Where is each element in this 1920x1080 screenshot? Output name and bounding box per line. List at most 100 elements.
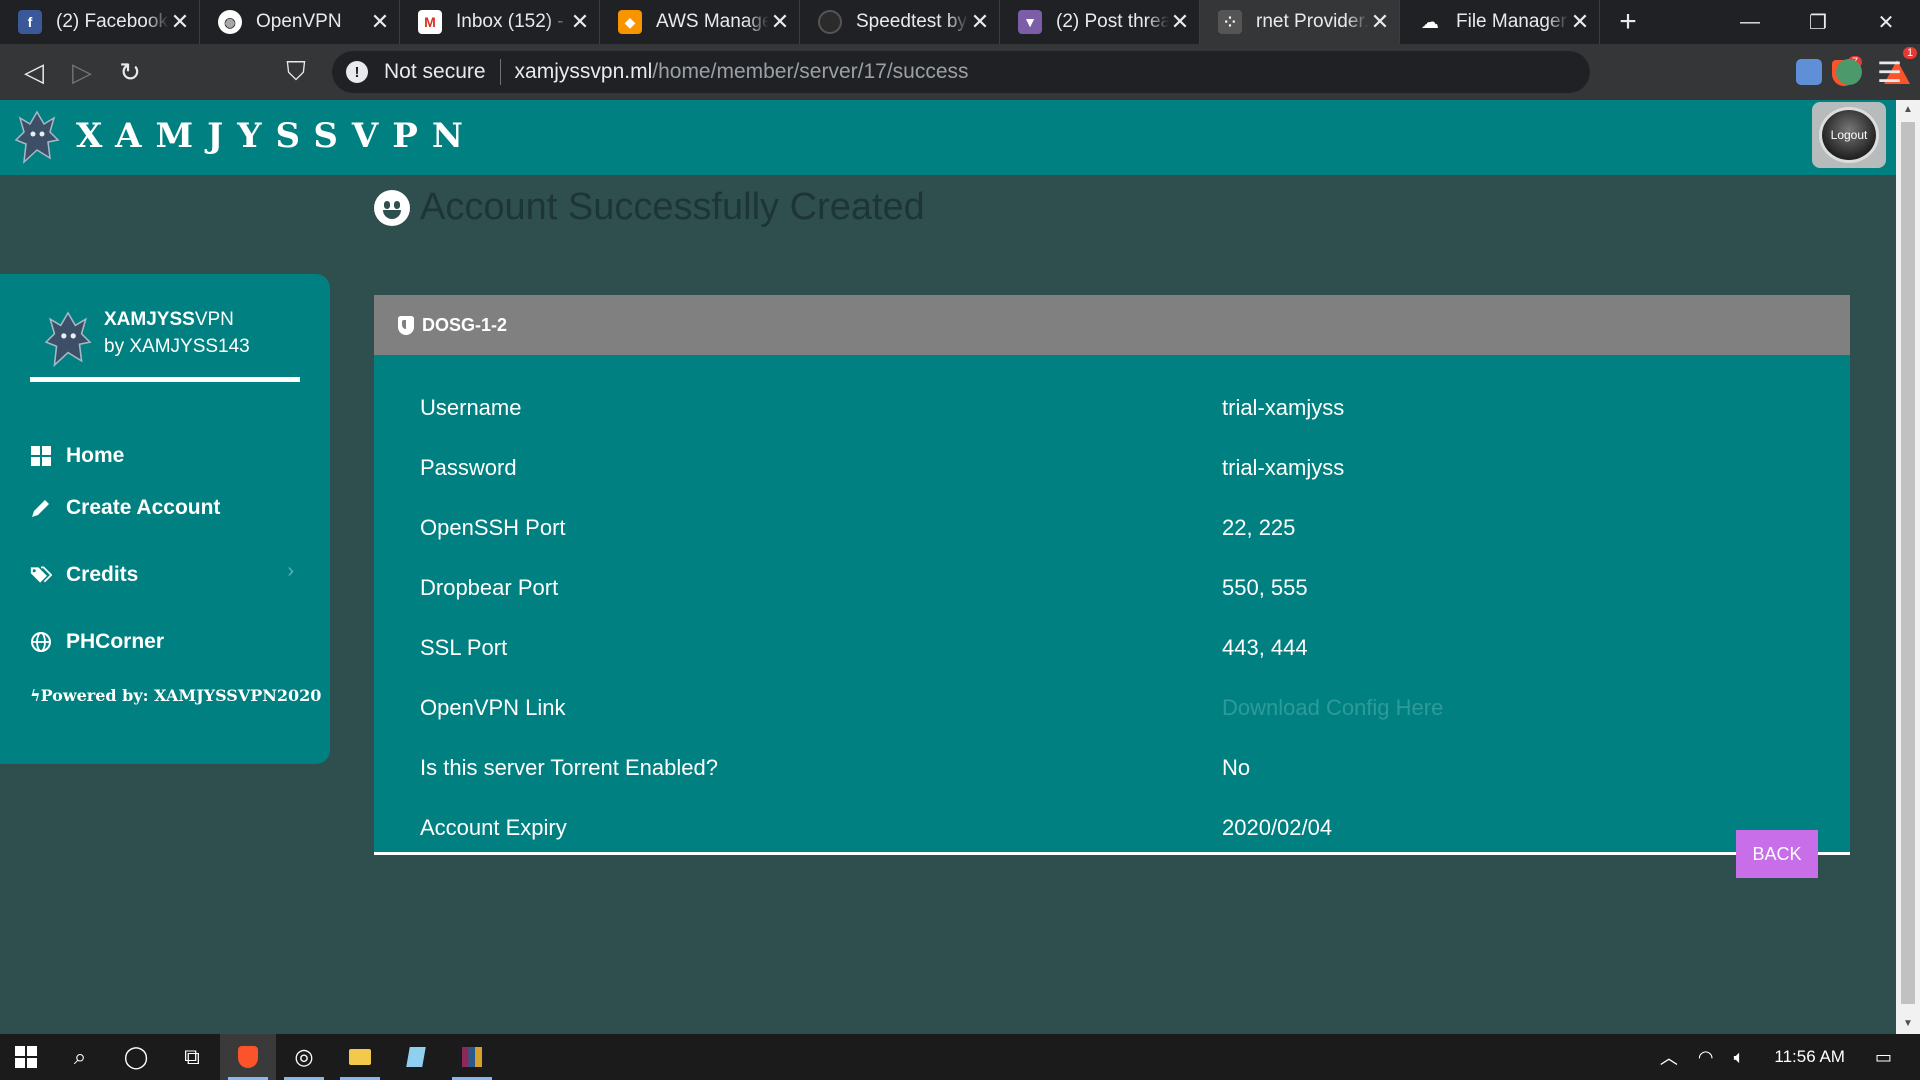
task-view-icon[interactable]: ⧉ — [164, 1034, 220, 1080]
cortana-icon[interactable]: ◯ — [108, 1034, 164, 1080]
close-window-icon[interactable]: ✕ — [1852, 0, 1920, 44]
tab-gmail[interactable]: M Inbox (152) - n ✕ — [400, 0, 600, 44]
sidebar-item-label: Credits — [66, 563, 139, 586]
windows-start-icon[interactable] — [0, 1034, 52, 1080]
grid-icon — [30, 445, 52, 467]
search-icon[interactable]: ⌕ — [52, 1034, 108, 1080]
back-icon[interactable]: ◁ — [10, 50, 58, 94]
bolt-icon: ϟ — [30, 686, 41, 705]
brave-taskbar-icon[interactable] — [220, 1034, 276, 1080]
detail-value: 22, 225 — [1222, 515, 1296, 540]
aws-icon: ◆ — [618, 10, 642, 34]
tab-close-icon[interactable]: ✕ — [1369, 9, 1391, 35]
tab-openvpn[interactable]: ◍ OpenVPN ✕ — [200, 0, 400, 44]
detail-row-ssl-port: SSL Port 443, 444 — [420, 635, 1820, 695]
scroll-up-icon[interactable]: ▲ — [1896, 100, 1920, 120]
notepad-icon[interactable] — [388, 1034, 444, 1080]
card-header: DOSG-1-2 — [374, 295, 1850, 355]
scroll-thumb[interactable] — [1901, 122, 1915, 1004]
back-button[interactable]: BACK — [1736, 830, 1818, 878]
detail-value: 443, 444 — [1222, 635, 1308, 660]
info-icon[interactable]: ! — [346, 61, 368, 83]
tab-title: (2) Post thread — [1056, 11, 1169, 32]
sidebar-item-create-account[interactable]: Create Account — [30, 496, 220, 520]
detail-key: OpenVPN Link — [420, 695, 566, 720]
menu-icon[interactable]: ☰ — [1877, 56, 1902, 89]
sidebar-item-label: Home — [66, 444, 125, 467]
url-bar[interactable]: ! Not secure xamjyssvpn.ml/home/member/s… — [332, 47, 1918, 93]
file-explorer-icon[interactable] — [332, 1034, 388, 1080]
detail-key: SSL Port — [420, 635, 508, 660]
divider — [499, 59, 501, 85]
speedtest-icon — [818, 10, 842, 34]
new-tab-button[interactable]: + — [1600, 0, 1656, 44]
sidebar-divider — [30, 377, 300, 382]
settings-app-icon[interactable]: ◎ — [276, 1034, 332, 1080]
powered-by: ϟPowered by: XAMJYSSVPN2020 — [30, 686, 321, 705]
tab-aws[interactable]: ◆ AWS Managem ✕ — [600, 0, 800, 44]
tab-title: (2) Facebook — [56, 11, 168, 32]
url-path: /home/member/server/17/success — [652, 60, 969, 83]
sidebar-item-label: PHCorner — [66, 630, 165, 653]
tab-close-icon[interactable]: ✕ — [369, 9, 391, 35]
reload-icon[interactable]: ↻ — [106, 50, 154, 94]
tab-phcorner[interactable]: ▼ (2) Post thread ✕ — [1000, 0, 1200, 44]
tab-close-icon[interactable]: ✕ — [569, 9, 591, 35]
tab-facebook[interactable]: f (2) Facebook ✕ — [0, 0, 200, 44]
restore-icon[interactable]: ❐ — [1784, 0, 1852, 44]
tab-close-icon[interactable]: ✕ — [169, 9, 191, 35]
detail-key: Dropbear Port — [420, 575, 559, 600]
clock[interactable]: 11:56 AM — [1754, 1047, 1865, 1067]
detail-key: Account Expiry — [420, 815, 567, 840]
tags-icon — [30, 564, 52, 586]
wifi-icon[interactable]: ◠ — [1688, 1047, 1724, 1068]
chevron-up-icon[interactable]: ︿ — [1650, 1044, 1688, 1070]
tab-title: Speedtest by C — [856, 11, 969, 32]
tab-provider[interactable]: ⁘ rnet Provider.. ✕ — [1200, 0, 1400, 44]
gmail-icon: M — [418, 10, 442, 34]
scroll-down-icon[interactable]: ▼ — [1896, 1014, 1920, 1034]
tab-close-icon[interactable]: ✕ — [1169, 9, 1191, 35]
tab-close-icon[interactable]: ✕ — [1569, 9, 1591, 35]
chevron-right-icon: › — [287, 560, 294, 582]
notifications-icon[interactable]: ▭ — [1865, 1047, 1920, 1068]
server-name: DOSG-1-2 — [422, 314, 508, 335]
alert-count-badge: 1 — [1903, 47, 1918, 59]
vpn-extension-icon[interactable] — [1836, 59, 1862, 85]
logo-icon — [14, 110, 60, 164]
forward-icon[interactable]: ▷ — [58, 50, 106, 94]
detail-row-expiry: Account Expiry 2020/02/04 — [420, 815, 1820, 875]
winrar-icon[interactable] — [444, 1034, 500, 1080]
sidebar-item-label: Create Account — [66, 496, 221, 519]
detail-row-username: Username trial-xamjyss — [420, 395, 1820, 455]
tab-close-icon[interactable]: ✕ — [969, 9, 991, 35]
provider-icon: ⁘ — [1218, 10, 1242, 34]
tab-file-manager[interactable]: ☁ File Manager ✕ — [1400, 0, 1600, 44]
logout-label: Logout — [1819, 107, 1879, 163]
volume-icon[interactable]: 🔈︎ — [1724, 1047, 1755, 1068]
minimize-icon[interactable]: — — [1716, 0, 1784, 44]
sidebar-item-credits[interactable]: Credits — [30, 563, 138, 587]
logout-button[interactable]: Logout — [1812, 102, 1886, 168]
url-host: xamjyssvpn.ml — [514, 60, 653, 83]
translate-extension-icon[interactable] — [1796, 59, 1822, 85]
detail-value: 550, 555 — [1222, 575, 1308, 600]
detail-key: Username — [420, 395, 522, 420]
brand-title[interactable]: XAMJYSSVPN — [76, 116, 477, 156]
sidebar-logo-icon — [44, 311, 92, 368]
tab-speedtest[interactable]: Speedtest by C ✕ — [800, 0, 1000, 44]
tab-strip: f (2) Facebook ✕ ◍ OpenVPN ✕ M Inbox (15… — [0, 0, 1920, 44]
tab-close-icon[interactable]: ✕ — [769, 9, 791, 35]
sidebar-item-phcorner[interactable]: PHCorner — [30, 630, 164, 654]
page-heading: Account Successfully Created — [374, 186, 925, 229]
page-scrollbar[interactable]: ▲ ▼ — [1896, 100, 1920, 1034]
download-config-link[interactable]: Download Config Here — [1222, 695, 1820, 721]
detail-value: 2020/02/04 — [1222, 815, 1333, 840]
sidebar-item-home[interactable]: Home — [30, 444, 124, 468]
bookmark-icon[interactable]: ⛉ — [272, 50, 320, 94]
detail-row-password: Password trial-xamjyss — [420, 455, 1820, 515]
globe-icon — [30, 631, 52, 653]
windows-taskbar: ⌕ ◯ ⧉ ◎ ︿ ◠ 🔈︎ 11:56 AM ▭ — [0, 1034, 1920, 1080]
detail-row-torrent: Is this server Torrent Enabled? No — [420, 755, 1820, 815]
address-bar-row: ◁ ▷ ↻ ⛉ ! Not secure xamjyssvpn.ml/home/… — [0, 44, 1920, 100]
